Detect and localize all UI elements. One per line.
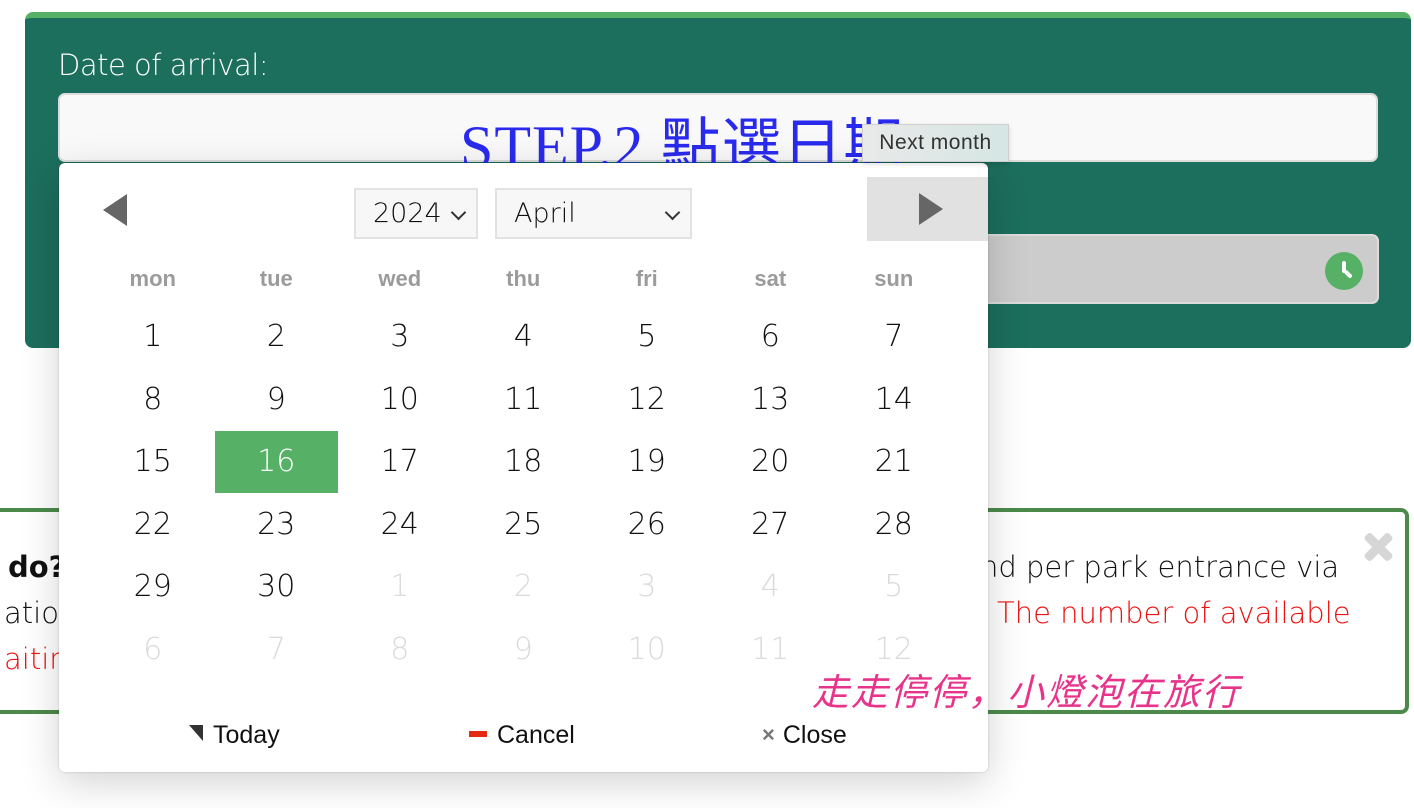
date-picker-footer: Today Cancel × Close (59, 713, 988, 761)
time-input[interactable] (925, 234, 1379, 304)
week-row: 1234567 (91, 306, 956, 369)
day-cell[interactable]: 12 (585, 369, 709, 431)
day-cell[interactable]: 13 (709, 369, 833, 431)
day-cell[interactable]: 10 (338, 369, 462, 431)
day-cell[interactable]: 30 (215, 556, 339, 618)
cancel-button[interactable]: Cancel (469, 721, 575, 750)
year-select-value: 2024 (373, 198, 442, 229)
today-icon (189, 725, 203, 741)
chevron-down-icon (664, 204, 681, 221)
clock-icon[interactable] (1325, 252, 1363, 290)
day-cell[interactable]: 22 (91, 494, 215, 556)
calendar-weeks: 1 2 3 4 5 6 7 8 9 10 11 12 13 14 15 16 17 18 19 20 21 22 23 24 2… (91, 306, 956, 681)
today-label: Today (213, 721, 280, 749)
next-month-button[interactable] (867, 177, 988, 241)
info-heading: do? (8, 550, 66, 584)
info-warning-right: : The number of available (978, 596, 1351, 630)
close-button[interactable]: × Close (762, 721, 847, 750)
weekday-label: sat (754, 266, 787, 291)
date-of-arrival-label: Date of arrival: (58, 48, 269, 82)
watermark: 走走停停，小燈泡在旅行 (812, 671, 1241, 714)
year-select[interactable]: 2024 (354, 188, 478, 239)
day-cell[interactable]: 18 (462, 431, 586, 493)
day-cell[interactable]: 14 (832, 369, 956, 431)
day-cell[interactable]: 28 (832, 494, 956, 556)
calendar-grid: mon tue wed thu fri sat sun 1 2 3 4 5 6 7 8 9 10 1… (91, 251, 956, 681)
day-cell-other-month[interactable]: 3 (585, 556, 709, 618)
day-cell-other-month[interactable]: 8 (338, 619, 462, 681)
weekday-label: fri (635, 266, 658, 291)
day-cell[interactable]: 20 (709, 431, 833, 493)
day-cell-other-month[interactable]: 7 (215, 619, 339, 681)
day-cell[interactable]: 23 (215, 494, 339, 556)
month-select[interactable]: April (495, 188, 692, 239)
day-cell[interactable]: 25 (462, 494, 586, 556)
day-cell[interactable]: 3 (338, 306, 462, 368)
day-cell[interactable]: 27 (709, 494, 833, 556)
close-icon[interactable] (1361, 530, 1395, 564)
day-cell-other-month[interactable]: 10 (585, 619, 709, 681)
day-cell-other-month[interactable]: 1 (338, 556, 462, 618)
weekday-label: mon (129, 266, 176, 291)
next-month-tooltip: Next month (862, 124, 1009, 162)
day-cell[interactable]: 29 (91, 556, 215, 618)
day-cell[interactable]: 19 (585, 431, 709, 493)
page: Date of arrival: STEP.2 點選日期 do? ation a… (0, 0, 1414, 808)
close-icon: × (762, 722, 775, 747)
day-cell[interactable]: 24 (338, 494, 462, 556)
day-cell[interactable]: 7 (832, 306, 956, 368)
today-button[interactable]: Today (189, 721, 280, 750)
day-cell-other-month[interactable]: 6 (91, 619, 215, 681)
day-cell[interactable]: 1 (91, 306, 215, 368)
month-select-value: April (514, 198, 576, 229)
day-cell[interactable]: 8 (91, 369, 215, 431)
day-cell[interactable]: 15 (91, 431, 215, 493)
weekday-header: mon tue wed thu fri sat sun (91, 251, 956, 306)
week-row: 15 16 17 18 19 20 21 (91, 431, 956, 494)
day-cell-selected[interactable]: 16 (214, 431, 338, 493)
weekday-label: tue (259, 266, 293, 291)
close-label: Close (782, 721, 847, 749)
day-cell[interactable]: 11 (462, 369, 586, 431)
prev-month-button[interactable] (89, 185, 143, 235)
info-text-right: nd per park entrance via (980, 550, 1340, 584)
day-cell[interactable]: 26 (585, 494, 709, 556)
day-cell[interactable]: 5 (585, 306, 709, 368)
day-cell[interactable]: 6 (709, 306, 833, 368)
day-cell[interactable]: 4 (462, 306, 586, 368)
week-row: 8 9 10 11 12 13 14 (91, 369, 956, 432)
week-row: 29 30 1 2 3 4 5 (91, 556, 956, 619)
weekday-label: sun (874, 266, 914, 291)
day-cell[interactable]: 2 (215, 306, 339, 368)
weekday-label: thu (506, 266, 541, 291)
minus-icon (469, 731, 487, 737)
day-cell-other-month[interactable]: 9 (462, 619, 586, 681)
weekday-label: wed (378, 266, 422, 291)
day-cell[interactable]: 9 (215, 369, 339, 431)
day-cell[interactable]: 21 (832, 431, 956, 493)
week-row: 22 23 24 25 26 27 28 (91, 494, 956, 557)
day-cell[interactable]: 17 (338, 431, 462, 493)
day-cell-other-month[interactable]: 4 (709, 556, 833, 618)
chevron-down-icon (450, 204, 467, 221)
day-cell-other-month[interactable]: 5 (832, 556, 956, 618)
cancel-label: Cancel (497, 721, 575, 749)
day-cell-other-month[interactable]: 2 (462, 556, 586, 618)
